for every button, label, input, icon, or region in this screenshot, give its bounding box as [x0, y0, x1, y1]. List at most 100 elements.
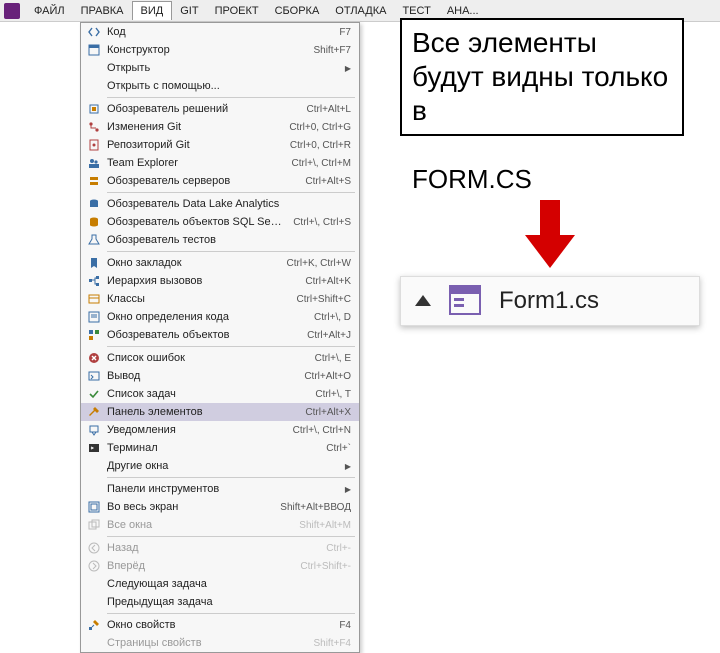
menubar-item-git[interactable]: GIT	[172, 2, 206, 20]
menu-item[interactable]: Окно закладокCtrl+K, Ctrl+W	[81, 254, 359, 272]
menu-item[interactable]: Окно определения кодаCtrl+\, D	[81, 308, 359, 326]
menu-item-label: Открыть с помощью...	[103, 80, 351, 92]
callhier-icon	[85, 274, 103, 288]
menu-item-label: Панели инструментов	[103, 483, 343, 495]
blank-icon	[85, 482, 103, 496]
menu-item[interactable]: Иерархия вызововCtrl+Alt+K	[81, 272, 359, 290]
blank-icon	[85, 61, 103, 75]
menu-item-label: Team Explorer	[103, 157, 282, 169]
menu-item-shortcut: Ctrl+-	[316, 543, 351, 554]
menu-item[interactable]: Панель элементовCtrl+Alt+X	[81, 403, 359, 421]
blank-icon	[85, 636, 103, 650]
menu-item[interactable]: ВыводCtrl+Alt+O	[81, 367, 359, 385]
menubar-item-правка[interactable]: ПРАВКА	[73, 2, 132, 20]
menu-item-label: Назад	[103, 542, 316, 554]
test-icon	[85, 233, 103, 247]
menu-item-shortcut: Ctrl+`	[316, 443, 351, 454]
menu-item-shortcut: Ctrl+Alt+K	[295, 276, 351, 287]
menu-item[interactable]: Окно свойствF4	[81, 616, 359, 634]
menu-item-label: Изменения Git	[103, 121, 279, 133]
menu-item[interactable]: КлассыCtrl+Shift+C	[81, 290, 359, 308]
menu-separator	[107, 97, 355, 98]
form1-file-chip[interactable]: Form1.cs	[400, 276, 700, 326]
menu-item[interactable]: Обозреватель объектов SQL ServerCtrl+\, …	[81, 213, 359, 231]
menu-item-shortcut: Ctrl+0, Ctrl+G	[279, 122, 351, 133]
menu-item[interactable]: Обозреватель серверовCtrl+Alt+S	[81, 172, 359, 190]
menu-item-label: Окно свойств	[103, 619, 329, 631]
annotation-box: Все элементы будут видны только в	[400, 18, 684, 136]
menu-item: Все окнаShift+Alt+M	[81, 516, 359, 534]
menu-item-shortcut: F7	[329, 27, 351, 38]
menu-item-label: Обозреватель решений	[103, 103, 297, 115]
menu-item[interactable]: ТерминалCtrl+`	[81, 439, 359, 457]
menu-item-shortcut: Ctrl+Shift+-	[290, 561, 351, 572]
menu-separator	[107, 613, 355, 614]
red-arrow-icon	[520, 200, 580, 270]
menu-item[interactable]: УведомленияCtrl+\, Ctrl+N	[81, 421, 359, 439]
git-icon	[85, 120, 103, 134]
menu-item-label: Обозреватель объектов	[103, 329, 297, 341]
menu-item[interactable]: Обозреватель Data Lake Analytics	[81, 195, 359, 213]
form1-file-label: Form1.cs	[499, 287, 599, 315]
menu-item-label: Вывод	[103, 370, 294, 382]
menu-item-shortcut: Shift+F4	[303, 638, 351, 649]
menu-item-shortcut: Ctrl+Shift+C	[287, 294, 351, 305]
menu-item-label: Классы	[103, 293, 287, 305]
designer-icon	[85, 43, 103, 57]
view-dropdown-menu: КодF7КонструкторShift+F7Открыть▶ Открыть …	[80, 22, 360, 653]
menu-item[interactable]: Во весь экранShift+Alt+ВВОД	[81, 498, 359, 516]
menu-item-label: Список задач	[103, 388, 305, 400]
submenu-arrow-icon: ▶	[343, 462, 351, 471]
menu-item-label: Окно определения кода	[103, 311, 304, 323]
menu-item[interactable]: Обозреватель тестов	[81, 231, 359, 249]
errors-icon	[85, 351, 103, 365]
menubar-item-сборка[interactable]: СБОРКА	[267, 2, 328, 20]
menu-item-label: Обозреватель серверов	[103, 175, 295, 187]
menu-item[interactable]: Предыдущая задача	[81, 593, 359, 611]
output-icon	[85, 369, 103, 383]
menu-item[interactable]: Панели инструментов▶	[81, 480, 359, 498]
menu-item-shortcut: Ctrl+Alt+O	[294, 371, 351, 382]
expand-triangle-icon	[415, 295, 431, 306]
menu-item-shortcut: Shift+Alt+ВВОД	[270, 502, 351, 513]
code-icon	[85, 25, 103, 39]
menu-item: Страницы свойствShift+F4	[81, 634, 359, 652]
menubar-item-тест[interactable]: ТЕСТ	[394, 2, 438, 20]
submenu-arrow-icon: ▶	[343, 64, 351, 73]
blank-icon	[85, 79, 103, 93]
menu-item-label: Терминал	[103, 442, 316, 454]
menu-item[interactable]: КонструкторShift+F7	[81, 41, 359, 59]
menubar-item-файл[interactable]: ФАЙЛ	[26, 2, 73, 20]
menu-item[interactable]: Обозреватель решенийCtrl+Alt+L	[81, 100, 359, 118]
menu-item-label: Окно закладок	[103, 257, 277, 269]
menubar-item-проект[interactable]: ПРОЕКТ	[207, 2, 267, 20]
datalake-icon	[85, 197, 103, 211]
menu-item[interactable]: Открыть с помощью...	[81, 77, 359, 95]
menubar-item-ана...[interactable]: АНА...	[439, 2, 487, 20]
menu-item-label: Репозиторий Git	[103, 139, 280, 151]
submenu-arrow-icon: ▶	[343, 485, 351, 494]
menu-item[interactable]: Team ExplorerCtrl+\, Ctrl+M	[81, 154, 359, 172]
menu-item-shortcut: Ctrl+0, Ctrl+R	[280, 140, 351, 151]
toolbox-icon	[85, 405, 103, 419]
vs-logo-icon	[4, 3, 20, 19]
menu-item[interactable]: Список ошибокCtrl+\, E	[81, 349, 359, 367]
menu-item[interactable]: КодF7	[81, 23, 359, 41]
menubar-item-вид[interactable]: ВИД	[132, 1, 173, 20]
menu-separator	[107, 346, 355, 347]
menu-item[interactable]: Изменения GitCtrl+0, Ctrl+G	[81, 118, 359, 136]
menubar-item-отладка[interactable]: ОТЛАДКА	[327, 2, 394, 20]
menu-item[interactable]: Другие окна▶	[81, 457, 359, 475]
menu-item-shortcut: Ctrl+\, Ctrl+N	[283, 425, 351, 436]
menu-item[interactable]: Список задачCtrl+\, T	[81, 385, 359, 403]
menu-item[interactable]: Обозреватель объектовCtrl+Alt+J	[81, 326, 359, 344]
forward-icon	[85, 559, 103, 573]
menu-item[interactable]: Открыть▶	[81, 59, 359, 77]
menu-item-shortcut: Shift+Alt+M	[289, 520, 351, 531]
class-icon	[85, 292, 103, 306]
props-icon	[85, 618, 103, 632]
menu-item-shortcut: Ctrl+Alt+J	[297, 330, 351, 341]
menu-item[interactable]: Репозиторий GitCtrl+0, Ctrl+R	[81, 136, 359, 154]
menu-item[interactable]: Следующая задача	[81, 575, 359, 593]
form-window-icon	[449, 285, 481, 318]
